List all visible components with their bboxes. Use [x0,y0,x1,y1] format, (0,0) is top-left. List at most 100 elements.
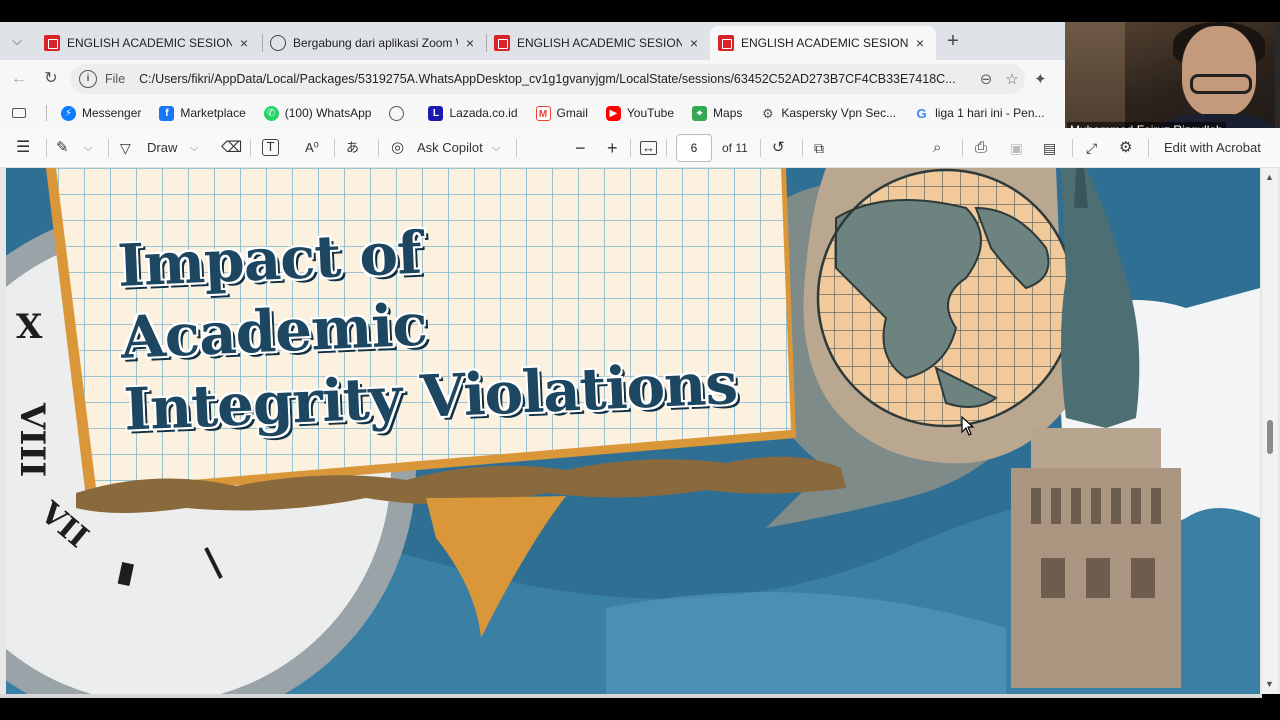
slide-title: Impact of Academic Integrity Violations [116,203,745,446]
youtube-icon: ▶ [605,105,621,121]
svg-text:X: X [16,307,43,347]
tab-search-chevron-icon[interactable]: ⌵ [6,30,28,52]
bookmark-label: Maps [713,106,743,120]
lazada-icon: L [428,105,444,121]
fit-page-icon[interactable]: ↔ [640,141,657,155]
slide-title-line-1: Impact of Academic [116,218,428,372]
text-icon[interactable]: T [262,139,279,156]
sidebar-toggle-icon[interactable] [12,108,26,118]
gear-icon: ⚙ [762,105,774,121]
tab-close-icon[interactable]: × [236,35,252,51]
page-total: of 11 [722,141,748,155]
zoom-icon[interactable]: ⊖ [973,70,999,88]
bookmark-lazada[interactable]: L Lazada.co.id [428,105,518,121]
mouse-cursor-icon [961,416,975,436]
bookmark-label: Messenger [82,106,142,120]
bookmark-whatsapp[interactable]: ✆ (100) WhatsApp [263,105,372,121]
svg-text:VIII: VIII [12,402,52,477]
pdf-icon [44,35,60,51]
save-icon[interactable]: ▣ [1010,139,1023,157]
chevron-down-icon[interactable]: ⌵ [190,139,198,157]
reload-icon[interactable]: ↻ [40,68,62,90]
pdf-page: X VIII VII Impact of Academic Integrity … [6,168,1260,694]
bookmark-label: Marketplace [180,106,246,120]
bookmark-label: Kaspersky Vpn Sec... [781,106,897,120]
tab-title: Bergabung dari aplikasi Zoom Wo [293,36,458,50]
print-icon[interactable]: ⎙ [975,139,987,157]
ask-copilot-label[interactable]: Ask Copilot [417,139,483,157]
page-number-input[interactable]: 6 [676,134,712,162]
draw-icon[interactable]: ▽ [120,139,131,157]
messenger-icon: ⚡ [61,105,76,121]
tab-3[interactable]: ENGLISH ACADEMIC SESION 14, M × [486,26,710,60]
tab-2[interactable]: Bergabung dari aplikasi Zoom Wo × [262,26,486,60]
fullscreen-icon[interactable]: ⤢ [1086,139,1097,157]
webcam-video: Muhammad Fairuz Rizqullah [1065,22,1275,140]
chevron-down-icon[interactable]: ⌵ [84,139,92,157]
bookmark-maps[interactable]: ⌖ Maps [692,105,743,121]
star-icon[interactable]: ☆ [999,70,1025,88]
highlight-icon[interactable]: ✎ [56,139,69,157]
pdf-document-area[interactable]: X VIII VII Impact of Academic Integrity … [0,168,1280,694]
bookmark-messenger[interactable]: ⚡ Messenger [61,105,142,121]
facebook-icon: f [159,105,175,121]
tab-title: ENGLISH ACADEMIC SESION 14, M [741,36,908,50]
bookmark-liga[interactable]: G liga 1 hari ini - Pen... [914,105,1045,121]
save-as-icon[interactable]: ▤ [1043,139,1056,157]
url-text[interactable]: C:/Users/fikri/AppData/Local/Packages/53… [139,72,973,86]
extensions-icon[interactable]: ✦ [1034,70,1052,88]
contents-icon[interactable]: ☰ [16,139,30,157]
bookmark-label: Lazada.co.id [449,106,518,120]
globe-icon [270,35,286,51]
chevron-down-icon[interactable]: ⌵ [492,139,500,157]
bookmark-kaspersky[interactable]: ⚙ Kaspersky Vpn Sec... [760,106,896,121]
bookmark-label: Gmail [556,106,588,120]
tab-title: ENGLISH ACADEMIC SESION 14, M [67,36,232,50]
draw-label[interactable]: Draw [147,139,177,157]
bookmark-gmail[interactable]: M Gmail [535,105,588,121]
gmail-icon: M [535,105,551,121]
scroll-down-icon[interactable]: ▼ [1265,679,1274,689]
tab-close-icon[interactable]: × [912,35,928,51]
tab-bar: ⌵ ENGLISH ACADEMIC SESION 14, M × Bergab… [0,22,1065,60]
zoom-in-icon[interactable]: + [607,139,618,157]
tab-4-active[interactable]: ENGLISH ACADEMIC SESION 14, M × [710,26,936,60]
pdf-toolbar: ☰ ✎ ⌵ ▽ Draw ⌵ ⌫ T A⁰ あ ◎ Ask Copilot ⌵ … [0,128,1280,168]
scroll-up-icon[interactable]: ▲ [1265,172,1274,182]
screen: ⌵ ENGLISH ACADEMIC SESION 14, M × Bergab… [0,0,1280,720]
google-icon: G [916,105,927,121]
bookmark-label: YouTube [626,106,675,120]
rotate-icon[interactable]: ↺ [772,139,785,157]
tab-close-icon[interactable]: × [462,35,478,51]
copilot-icon[interactable]: ◎ [391,139,404,157]
search-icon[interactable]: ⌕ [933,139,941,157]
bookmark-youtube[interactable]: ▶ YouTube [605,105,675,121]
maps-icon: ⌖ [692,105,708,121]
zoom-out-icon[interactable]: − [575,139,586,157]
vertical-scrollbar[interactable]: ▲ ▼ [1262,168,1278,694]
new-tab-button[interactable]: + [942,30,964,52]
whatsapp-icon: ✆ [263,105,279,121]
tab-title: ENGLISH ACADEMIC SESION 14, M [517,36,682,50]
settings-gear-icon[interactable]: ⚙ [1119,139,1132,157]
info-icon[interactable]: i [79,70,97,88]
address-row: ← ↻ i File C:/Users/fikri/AppData/Local/… [0,60,1065,98]
pdf-icon [718,35,734,51]
bookmark-globe[interactable] [389,105,410,121]
edit-with-acrobat-button[interactable]: Edit with Acrobat [1164,139,1261,157]
tab-1[interactable]: ENGLISH ACADEMIC SESION 14, M × [36,26,260,60]
back-icon[interactable]: ← [8,68,30,90]
bookmark-label: liga 1 hari ini - Pen... [935,106,1045,120]
eraser-icon[interactable]: ⌫ [221,139,242,157]
translate-icon[interactable]: あ [346,139,359,157]
address-bar[interactable]: i File C:/Users/fikri/AppData/Local/Pack… [70,64,1025,94]
tab-close-icon[interactable]: × [686,35,702,51]
scrollbar-thumb[interactable] [1267,420,1273,454]
bookmarks-bar: ⚡ Messenger f Marketplace ✆ (100) WhatsA… [0,98,1065,128]
bookmark-marketplace[interactable]: f Marketplace [159,105,246,121]
read-aloud-icon[interactable]: A⁰ [305,139,319,157]
scheme-label: File [105,72,126,86]
bookmark-label: (100) WhatsApp [284,106,372,120]
pdf-icon [494,35,510,51]
page-view-icon[interactable]: ⧉ [814,139,824,157]
